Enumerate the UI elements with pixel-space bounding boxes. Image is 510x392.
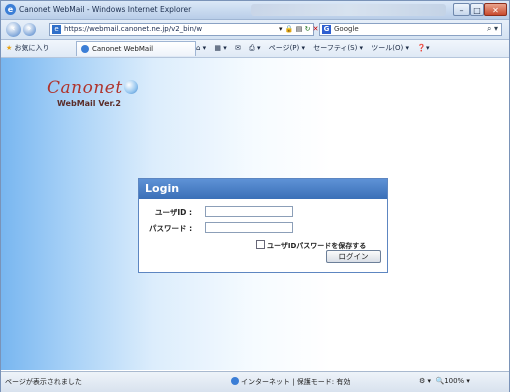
lock-icon[interactable]: 🔒 <box>285 25 294 33</box>
page-menu[interactable]: ページ(P) ▾ <box>269 44 305 52</box>
login-header: Login <box>139 179 387 199</box>
search-field[interactable]: G Google ⌕ ▾ <box>319 23 502 36</box>
tab-favicon-icon <box>81 45 89 53</box>
titlebar-blur <box>251 4 446 16</box>
title-bar: e Canonet WebMail - Windows Internet Exp… <box>1 1 509 20</box>
tab-label: Canonet WebMail <box>92 45 154 53</box>
remember-checkbox[interactable] <box>256 240 265 249</box>
password-label: パスワード : <box>149 224 193 233</box>
login-panel: Login ユーザID : パスワード : ユーザIDパスワードを保存する ログ… <box>138 178 388 273</box>
userid-input[interactable] <box>205 206 293 217</box>
page-content: Canonet WebMail Ver.2 Login ユーザID : パスワー… <box>1 58 509 370</box>
close-button[interactable]: ✕ <box>484 3 507 16</box>
stop-icon[interactable]: ✕ <box>313 25 319 33</box>
tab-canonet[interactable]: Canonet WebMail <box>76 41 196 56</box>
home-icon[interactable]: ⌂ ▾ <box>196 44 206 52</box>
zoom-level: 100% <box>444 377 465 385</box>
address-bar: ‹ › e https://webmail.canonet.ne.jp/v2_b… <box>1 20 509 40</box>
zone-text: インターネット | 保護モード: 有効 <box>241 378 351 386</box>
safety-menu[interactable]: セーフティ(S) ▾ <box>313 44 363 52</box>
password-input[interactable] <box>205 222 293 233</box>
dropdown-arrow-icon[interactable]: ▾ <box>279 25 283 33</box>
maximize-button[interactable]: □ <box>470 3 484 16</box>
zoom-control[interactable]: ⚙ ▾ 🔍100% ▾ <box>419 377 470 385</box>
favorites-bar: ★ お気に入り Canonet WebMail ⌂ ▾ ▦ ▾ ✉ ⎙ ▾ ペー… <box>1 40 509 58</box>
mail-icon[interactable]: ✉ <box>235 44 241 52</box>
compat-view-icon[interactable]: ▤ <box>296 25 303 33</box>
security-zone[interactable]: インターネット | 保護モード: 有効 <box>231 377 350 387</box>
status-text: ページが表示されました <box>5 378 82 386</box>
search-icon[interactable]: ⌕ ▾ <box>487 24 498 34</box>
logo-brand: Canonet <box>47 78 123 98</box>
star-icon: ★ <box>6 44 13 52</box>
browser-window: e Canonet WebMail - Windows Internet Exp… <box>0 0 510 392</box>
remember-label: ユーザIDパスワードを保存する <box>267 242 367 250</box>
print-icon[interactable]: ⎙ ▾ <box>249 44 260 52</box>
url-text: https://webmail.canonet.ne.jp/v2_bin/w <box>64 25 203 33</box>
page-favicon-icon: e <box>52 25 61 34</box>
window-title: Canonet WebMail - Windows Internet Explo… <box>19 5 192 14</box>
search-placeholder: Google <box>334 25 359 33</box>
settings-icon[interactable]: ⚙ ▾ <box>419 377 431 385</box>
forward-button[interactable]: › <box>23 23 36 36</box>
command-bar: ⌂ ▾ ▦ ▾ ✉ ⎙ ▾ ページ(P) ▾ セーフティ(S) ▾ ツール(O)… <box>196 43 436 53</box>
internet-zone-icon <box>231 377 239 385</box>
back-button[interactable]: ‹ <box>6 22 21 37</box>
help-icon[interactable]: ❓▾ <box>417 44 429 52</box>
status-bar: ページが表示されました インターネット | 保護モード: 有効 ⚙ ▾ 🔍100… <box>1 371 509 392</box>
url-field[interactable]: e https://webmail.canonet.ne.jp/v2_bin/w… <box>49 23 319 36</box>
globe-icon <box>123 80 138 94</box>
login-button[interactable]: ログイン <box>326 250 381 263</box>
google-logo-icon: G <box>322 25 331 34</box>
favorites-label: お気に入り <box>14 44 50 52</box>
addr-icons: ▾ 🔒 ▤ ↻ ✕ <box>279 25 319 33</box>
userid-label: ユーザID : <box>155 208 192 217</box>
logo-subtitle: WebMail Ver.2 <box>57 99 121 108</box>
tools-menu[interactable]: ツール(O) ▾ <box>371 44 409 52</box>
refresh-icon[interactable]: ↻ <box>305 25 311 33</box>
favorites-button[interactable]: ★ お気に入り <box>6 43 50 53</box>
feeds-icon[interactable]: ▦ ▾ <box>214 44 226 52</box>
login-title: Login <box>145 182 180 195</box>
minimize-button[interactable]: – <box>453 3 470 16</box>
zoom-icon: 🔍 <box>435 377 445 385</box>
ie-logo-icon: e <box>5 4 16 15</box>
canonet-logo: Canonet WebMail Ver.2 <box>47 78 138 108</box>
